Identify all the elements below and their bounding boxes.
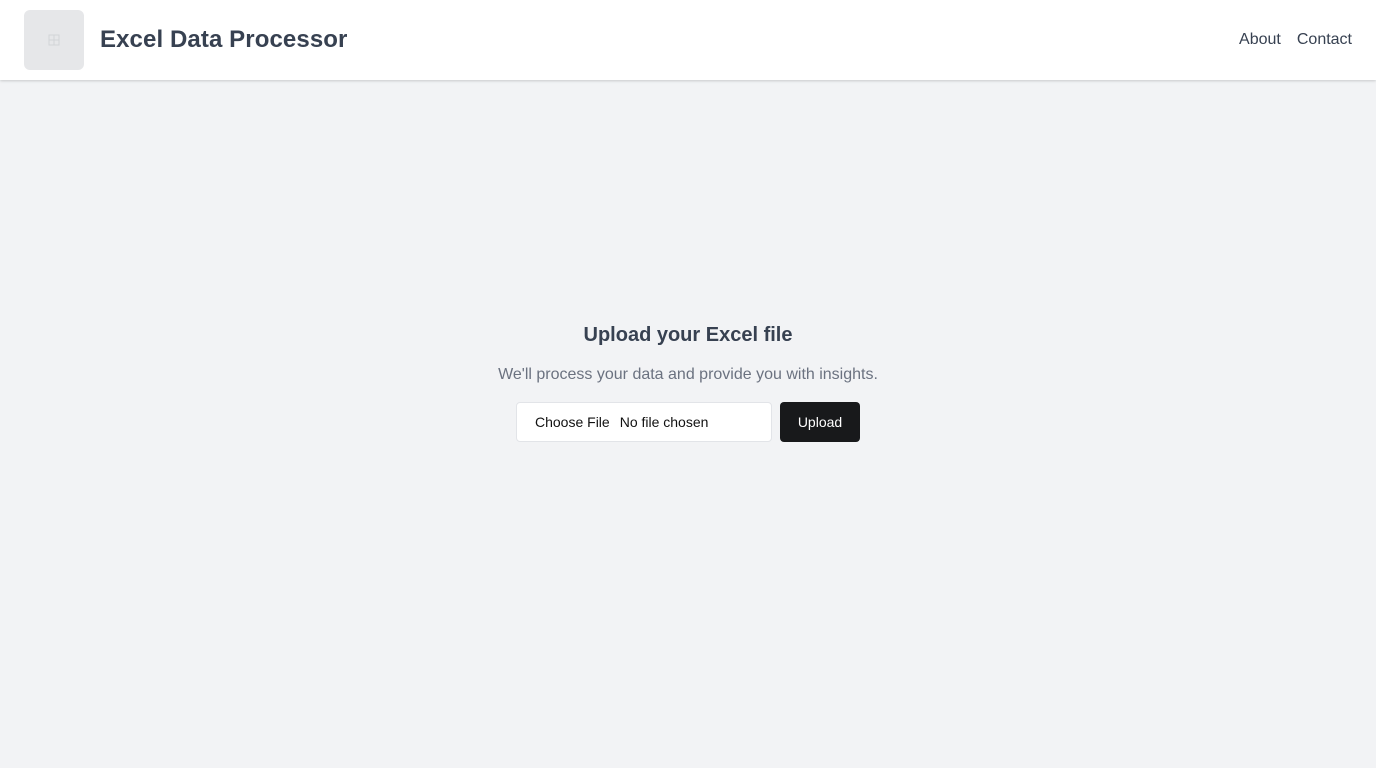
upload-panel: Upload your Excel file We'll process you… [0,321,1376,442]
file-input[interactable]: Choose File No file chosen [516,402,772,442]
upload-button[interactable]: Upload [780,402,860,442]
logo[interactable] [24,10,84,70]
choose-file-button[interactable]: Choose File [535,414,610,430]
upload-form: Choose File No file chosen Upload [516,402,860,442]
nav-link-about[interactable]: About [1239,31,1281,49]
app-title: Excel Data Processor [100,26,348,53]
main-content: Upload your Excel file We'll process you… [0,80,1376,768]
app-header: Excel Data Processor About Contact [0,0,1376,80]
file-status-label: No file chosen [619,414,709,430]
nav-link-contact[interactable]: Contact [1297,31,1352,49]
upload-subtitle: We'll process your data and provide you … [498,366,878,383]
grid-logo-icon [48,34,60,46]
top-nav: About Contact [1239,31,1352,49]
upload-title: Upload your Excel file [583,324,793,346]
